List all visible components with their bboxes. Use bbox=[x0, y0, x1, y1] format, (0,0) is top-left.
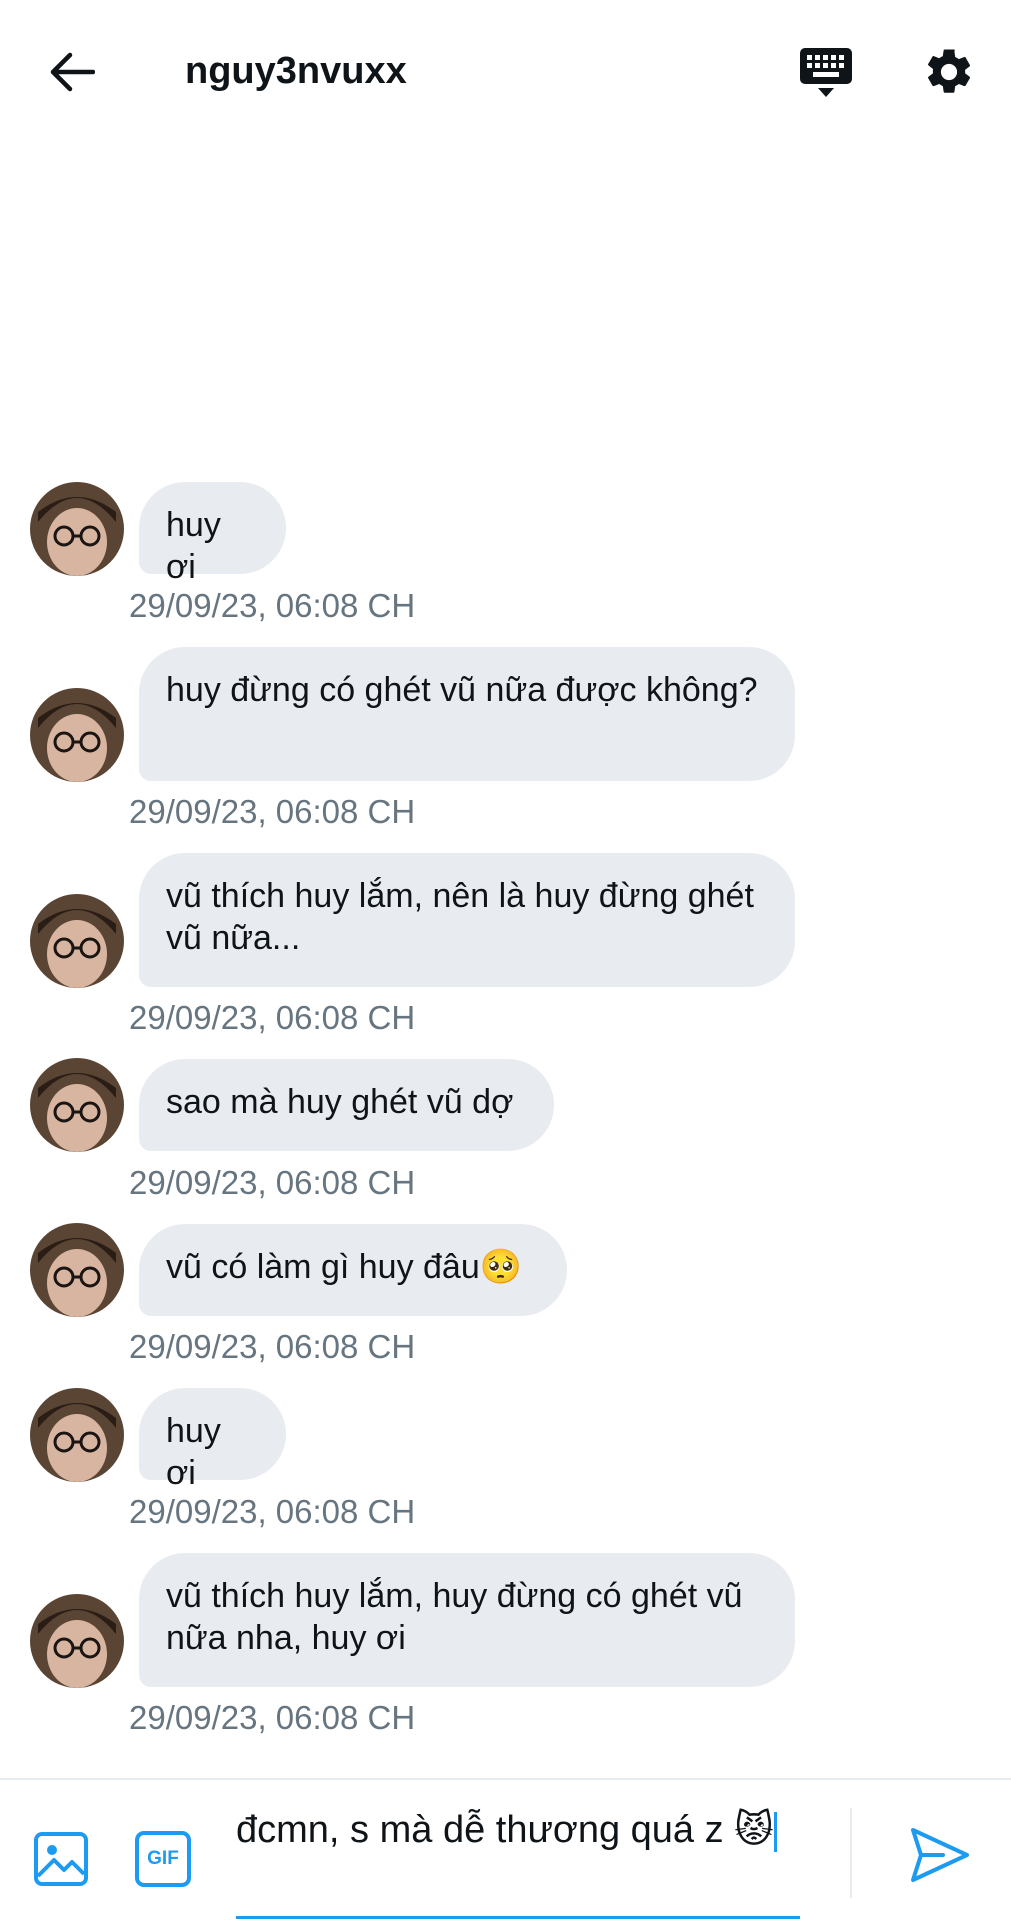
text-caret bbox=[773, 1811, 777, 1852]
add-image-button[interactable] bbox=[32, 1830, 90, 1888]
avatar[interactable] bbox=[30, 688, 124, 782]
conversation-title[interactable]: nguy3nvuxx bbox=[185, 46, 407, 96]
message-bubble[interactable]: huy ơi bbox=[139, 1388, 286, 1492]
avatar[interactable] bbox=[30, 1058, 124, 1152]
message-input-value: đcmn, s mà dễ thương quá z 😾 bbox=[236, 1809, 774, 1851]
conversation-header: nguy3nvuxx bbox=[0, 0, 1011, 142]
message-bubble[interactable]: vũ có làm gì huy đâu🥺 bbox=[139, 1224, 567, 1316]
avatar[interactable] bbox=[30, 1223, 124, 1317]
gear-icon bbox=[928, 49, 971, 93]
avatar[interactable] bbox=[30, 894, 124, 988]
message-bubble[interactable]: vũ thích huy lắm, huy đừng có ghét vũ nữ… bbox=[139, 1553, 795, 1687]
composer-divider bbox=[850, 1808, 852, 1898]
message-timestamp: 29/09/23, 06:08 CH bbox=[129, 587, 416, 624]
send-icon bbox=[911, 1828, 969, 1882]
keyboard-icon bbox=[800, 48, 852, 97]
message-bubble[interactable]: huy đừng có ghét vũ nữa được không? bbox=[139, 647, 795, 781]
add-gif-button[interactable]: GIF bbox=[134, 1830, 192, 1888]
arrow-left-icon bbox=[50, 52, 95, 92]
message-timestamp: 29/09/23, 06:08 CH bbox=[129, 999, 416, 1036]
keyboard-shortcuts-button[interactable] bbox=[790, 40, 862, 104]
message-input[interactable]: đcmn, s mà dễ thương quá z 😾 bbox=[236, 1808, 800, 1919]
image-icon bbox=[34, 1832, 88, 1886]
gif-label: GIF bbox=[147, 1848, 179, 1869]
back-button[interactable] bbox=[38, 38, 106, 106]
avatar[interactable] bbox=[30, 482, 124, 576]
message-bubble[interactable]: vũ thích huy lắm, nên là huy đừng ghét v… bbox=[139, 853, 795, 987]
send-button[interactable] bbox=[907, 1822, 973, 1888]
message-timestamp: 29/09/23, 06:08 CH bbox=[129, 1164, 416, 1201]
message-timestamp: 29/09/23, 06:08 CH bbox=[129, 1493, 416, 1530]
avatar[interactable] bbox=[30, 1388, 124, 1482]
settings-button[interactable] bbox=[914, 38, 984, 106]
avatar[interactable] bbox=[30, 1594, 124, 1688]
message-timestamp: 29/09/23, 06:08 CH bbox=[129, 1699, 416, 1736]
message-composer: GIF đcmn, s mà dễ thương quá z 😾 bbox=[0, 1778, 1011, 1922]
message-timestamp: 29/09/23, 06:08 CH bbox=[129, 1328, 416, 1365]
message-bubble[interactable]: sao mà huy ghét vũ dợ bbox=[139, 1059, 554, 1151]
message-bubble[interactable]: huy ơi bbox=[139, 482, 286, 586]
message-timestamp: 29/09/23, 06:08 CH bbox=[129, 793, 416, 830]
